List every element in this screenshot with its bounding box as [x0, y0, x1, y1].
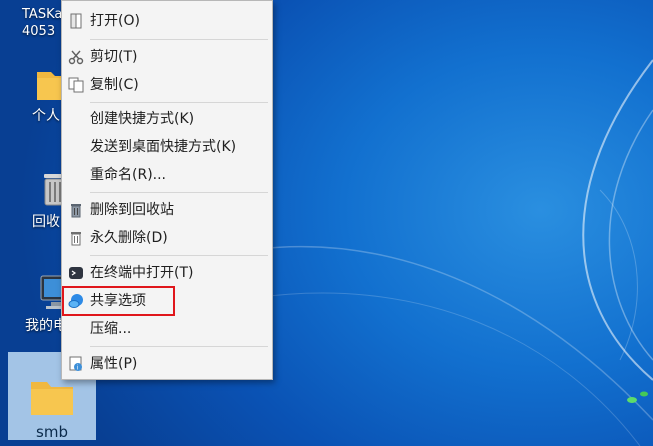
open-icon: [70, 13, 82, 29]
menu-item-compress[interactable]: 压缩...: [62, 316, 272, 342]
annotation-highlight-box: [62, 286, 175, 316]
folder-icon: [31, 382, 73, 415]
menu-separator: [90, 192, 268, 193]
menu-item-copy[interactable]: 复制(C): [62, 72, 272, 98]
menu-item-properties[interactable]: i 属性(P): [62, 351, 272, 377]
properties-icon: i: [69, 356, 82, 372]
trash-icon: [71, 204, 81, 218]
menu-item-delete-to-trash[interactable]: 删除到回收站: [62, 197, 272, 223]
menu-separator: [90, 346, 268, 347]
context-menu: 打开(O) 剪切(T) 复制(C) 创建快捷方式(K) 发送到桌面快捷方式(K)…: [61, 0, 273, 380]
menu-item-open-in-terminal[interactable]: 在终端中打开(T): [62, 260, 272, 286]
menu-separator: [90, 39, 268, 40]
menu-item-send-to-desktop[interactable]: 发送到桌面快捷方式(K): [62, 134, 272, 160]
scissors-icon: [68, 50, 84, 65]
menu-item-cut[interactable]: 剪切(T): [62, 44, 272, 70]
desktop-icon-label: smb: [36, 423, 68, 441]
desktop-computer-label: TASKa 4053: [22, 7, 63, 39]
menu-item-open[interactable]: 打开(O): [62, 8, 272, 34]
copy-icon: [68, 77, 84, 93]
menu-separator: [90, 102, 268, 103]
terminal-icon: [69, 267, 83, 279]
menu-item-delete-permanently[interactable]: 永久删除(D): [62, 225, 272, 251]
delete-icon: [71, 232, 81, 246]
menu-item-create-shortcut[interactable]: 创建快捷方式(K): [62, 106, 272, 132]
menu-separator: [90, 255, 268, 256]
menu-item-rename[interactable]: 重命名(R)...: [62, 162, 272, 188]
